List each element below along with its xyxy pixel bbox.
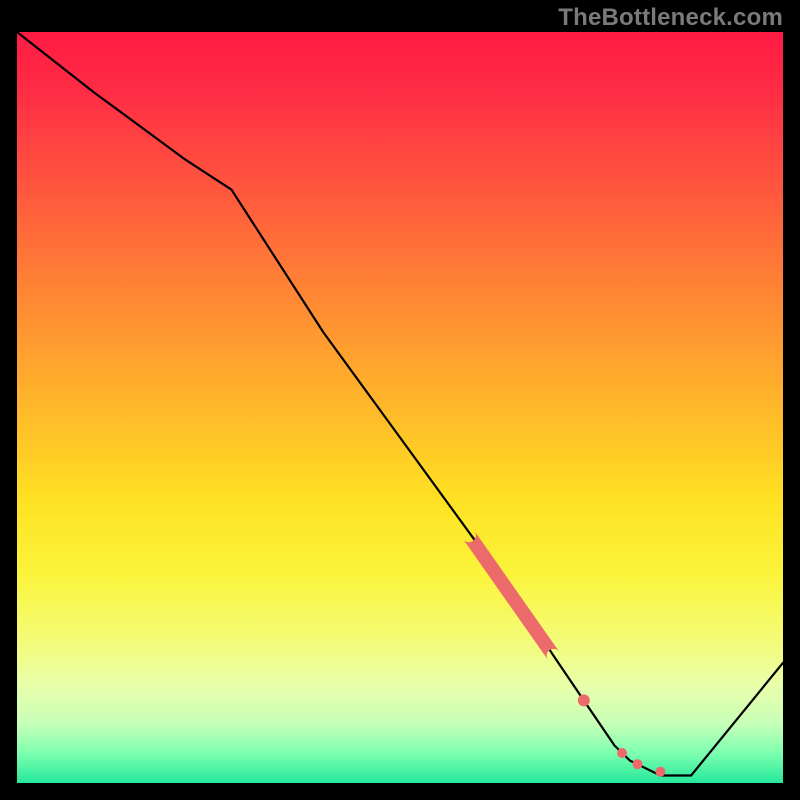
marker-dot-2 xyxy=(617,748,627,758)
marker-dot-3 xyxy=(633,759,643,769)
marker-dot-1 xyxy=(578,694,590,706)
marker-dots xyxy=(578,694,666,776)
chart-frame: TheBottleneck.com xyxy=(0,0,800,800)
bottleneck-curve xyxy=(17,32,783,776)
marker-dot-4 xyxy=(655,767,665,777)
watermark-text: TheBottleneck.com xyxy=(558,4,783,32)
chart-svg xyxy=(17,32,783,783)
marker-dense-band xyxy=(463,531,559,659)
